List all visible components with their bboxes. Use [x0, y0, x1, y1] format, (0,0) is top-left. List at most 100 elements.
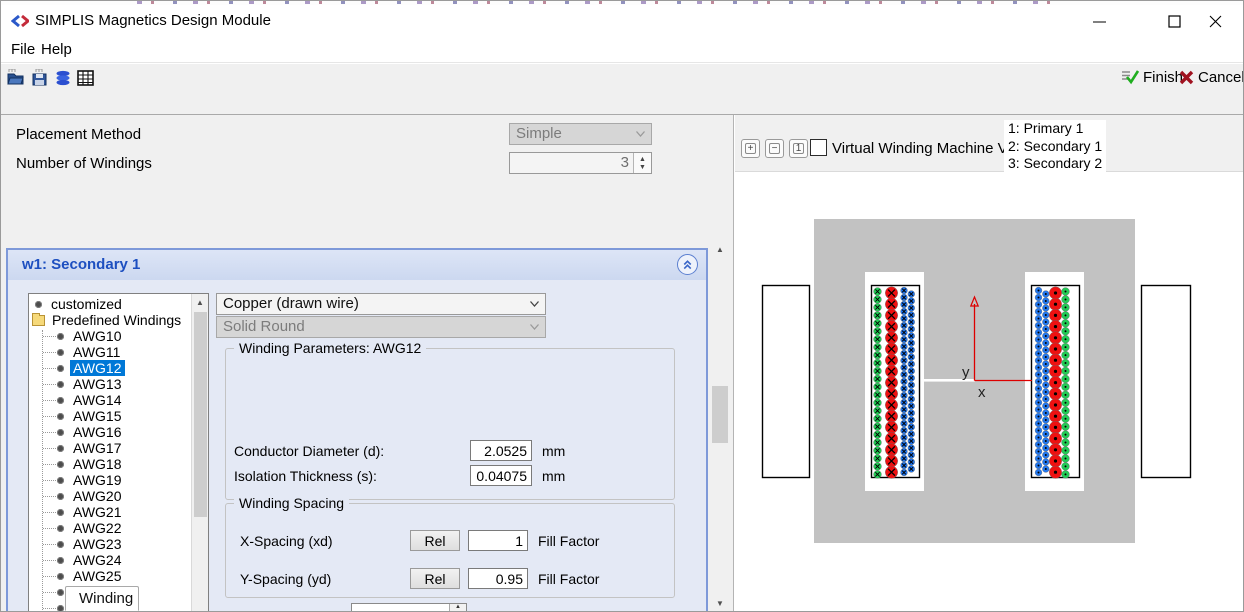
zoom-out-button[interactable]: − [765, 139, 784, 158]
material-select[interactable]: Copper (drawn wire) [216, 293, 546, 315]
number-of-windings-stepper[interactable]: 3 ▲ ▼ [509, 152, 652, 174]
tree-node-icon [57, 333, 64, 340]
spin-up-icon: ▲ [639, 156, 646, 163]
tree-item-awg24[interactable]: AWG24 [29, 552, 192, 568]
x-axis-label: x [978, 384, 986, 401]
zoom-out-icon: − [769, 143, 780, 154]
tree-item-label: AWG15 [70, 408, 125, 424]
tree-node-icon [35, 301, 42, 308]
tree-item-label: AWG23 [70, 536, 125, 552]
tree-item-awg12[interactable]: AWG12 [29, 360, 192, 376]
scroll-down-icon[interactable]: ▼ [709, 595, 731, 611]
save-project-button[interactable] [30, 68, 50, 87]
spin-down-icon: ▼ [639, 164, 646, 171]
tree-item-awg13[interactable]: AWG13 [29, 376, 192, 392]
tree-node-icon [57, 589, 64, 596]
zoom-actual-button[interactable]: 1 [789, 139, 808, 158]
tree-item-awg23[interactable]: AWG23 [29, 536, 192, 552]
conductor-diameter-label: Conductor Diameter (d): [234, 443, 384, 459]
cancel-label: Cancel [1198, 69, 1244, 86]
maximize-button[interactable] [1156, 7, 1192, 35]
partial-spinner[interactable]: ▲ [449, 604, 466, 612]
tree-node-icon [57, 365, 64, 372]
y-spacing-label: Y-Spacing (yd) [240, 571, 331, 587]
tree-item-label: Predefined Windings [49, 312, 184, 328]
tree-item-customized[interactable]: customized [29, 296, 192, 312]
partial-bottom-field[interactable]: ▲ [351, 603, 467, 612]
open-project-button[interactable] [6, 68, 26, 87]
tree-item-awg17[interactable]: AWG17 [29, 440, 192, 456]
winding-panel-title: w1: Secondary 1 [22, 250, 140, 280]
placement-method-label: Placement Method [16, 126, 141, 143]
tree-item-awg10[interactable]: AWG10 [29, 328, 192, 344]
tree-scroll-thumb[interactable] [194, 312, 207, 517]
conductor-diameter-field[interactable] [470, 440, 532, 461]
app-logo-icon [11, 14, 29, 28]
close-button[interactable] [1197, 7, 1233, 35]
core-winding-drawing: y x [735, 172, 1244, 612]
tree-scrollbar[interactable]: ▲ [191, 294, 208, 612]
title-bar: SIMPLIS Magnetics Design Module [1, 5, 1243, 37]
tab-bar [1, 90, 1243, 115]
tree-item-label: AWG13 [70, 376, 125, 392]
virtual-winding-machine-checkbox[interactable] [810, 139, 827, 156]
y-spacing-rel-button[interactable]: Rel [410, 568, 460, 589]
table-button[interactable] [75, 68, 95, 87]
spinner-buttons[interactable]: ▲ ▼ [633, 153, 651, 173]
tree-node-icon [57, 557, 64, 564]
tree-node-icon [57, 397, 64, 404]
x-spacing-rel-button[interactable]: Rel [410, 530, 460, 551]
collapse-panel-button[interactable] [677, 254, 698, 275]
tree-item-awg25[interactable]: AWG25 [29, 568, 192, 584]
scroll-up-icon[interactable]: ▲ [192, 294, 208, 310]
tree-node-icon [57, 381, 64, 388]
tree-item-label: AWG14 [70, 392, 125, 408]
tree-item-predefined-windings[interactable]: Predefined Windings [29, 312, 192, 328]
tree-item-awg14[interactable]: AWG14 [29, 392, 192, 408]
x-spacing-field[interactable] [468, 530, 528, 551]
x-fill-factor-label: Fill Factor [538, 533, 599, 549]
outer-leg-left [763, 286, 810, 478]
left-pane-scrollbar[interactable]: ▲ ▼ [709, 239, 731, 612]
finish-button[interactable]: Finish [1121, 64, 1183, 90]
wire-shape-select[interactable]: Solid Round [216, 316, 546, 338]
tree-item-awg16[interactable]: AWG16 [29, 424, 192, 440]
minimize-button[interactable] [1081, 7, 1117, 35]
tree-item-awg18[interactable]: AWG18 [29, 456, 192, 472]
tree-item-label: AWG11 [70, 344, 123, 360]
x-spacing-label: X-Spacing (xd) [240, 533, 333, 549]
view-toolbar: + − 1 Virtual Winding Machine View 1: Pr… [735, 115, 1244, 172]
zoom-in-button[interactable]: + [741, 139, 760, 158]
pane-scroll-thumb[interactable] [712, 386, 728, 443]
tree-item-label: AWG20 [70, 488, 125, 504]
tree-item-label: AWG19 [70, 472, 125, 488]
winding-panel-header[interactable]: w1: Secondary 1 [8, 250, 706, 280]
table-grid-icon [77, 70, 94, 86]
material-value: Copper (drawn wire) [223, 295, 359, 312]
menu-help[interactable]: Help [35, 37, 78, 63]
scroll-up-icon[interactable]: ▲ [709, 241, 731, 257]
tree-item-awg21[interactable]: AWG21 [29, 504, 192, 520]
tree-item-label: AWG22 [70, 520, 125, 536]
number-of-windings-label: Number of Windings [16, 155, 152, 172]
y-spacing-field[interactable] [468, 568, 528, 589]
toolbar: Finish Cancel [1, 64, 1243, 90]
tree-item-awg19[interactable]: AWG19 [29, 472, 192, 488]
tree-item-awg20[interactable]: AWG20 [29, 488, 192, 504]
tree-node-icon [57, 477, 64, 484]
tree-item-awg22[interactable]: AWG22 [29, 520, 192, 536]
tab-winding[interactable]: Winding [65, 586, 139, 611]
placement-method-select[interactable]: Simple [509, 123, 652, 145]
tree-item-awg11[interactable]: AWG11 [29, 344, 192, 360]
winding-w1-panel: w1: Secondary 1 customizedPredefined Win… [6, 248, 708, 612]
cancel-button[interactable]: Cancel [1179, 64, 1244, 90]
tab-winding-label: Winding [79, 590, 133, 607]
tree-item-awg15[interactable]: AWG15 [29, 408, 192, 424]
isolation-thickness-field[interactable] [470, 465, 532, 486]
tree-item-label: AWG17 [70, 440, 125, 456]
tree-item-label: AWG10 [70, 328, 125, 344]
tree-item-label: customized [48, 296, 125, 312]
outer-leg-right [1142, 286, 1191, 478]
database-button[interactable] [53, 68, 73, 87]
winding-view-pane: + − 1 Virtual Winding Machine View 1: Pr… [735, 115, 1244, 612]
